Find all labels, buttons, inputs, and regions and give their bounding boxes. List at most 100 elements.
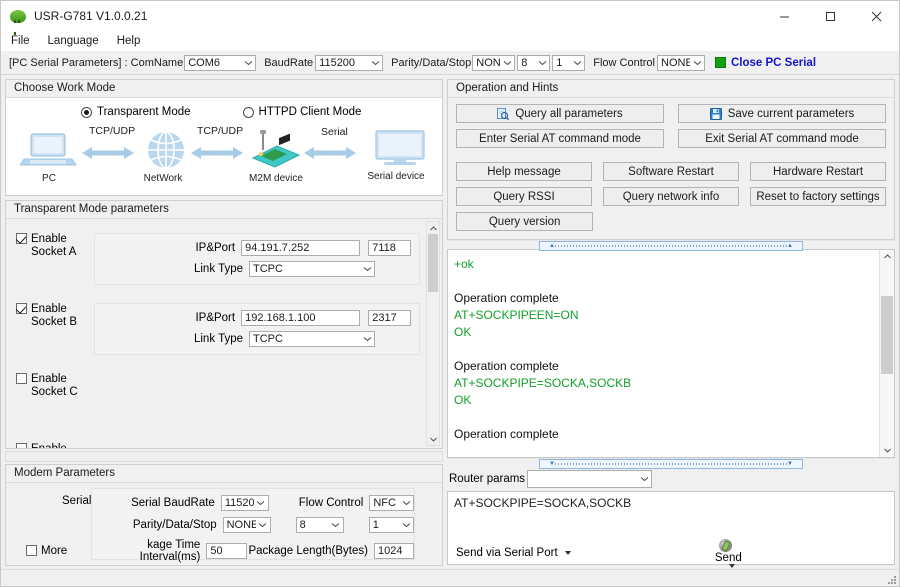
command-input-box[interactable]: AT+SOCKPIPE=SOCKA,SOCKB Send via Serial … (447, 491, 895, 568)
transparent-params-vertical-scrollbar[interactable] (426, 221, 440, 446)
modem-pkglen-input[interactable]: 1024 (373, 543, 414, 559)
socket-a-ip-input[interactable]: 94.191.7.252 (241, 240, 361, 256)
socket-a-enable-checkbox[interactable]: Enable Socket A (16, 233, 96, 259)
scrollbar-thumb[interactable] (881, 296, 893, 374)
scroll-up-icon[interactable] (880, 250, 894, 263)
query-all-parameters-button[interactable]: Query all parameters (456, 104, 664, 123)
modem-data-bits-value: 8 (299, 519, 306, 531)
query-version-button[interactable]: Query version (456, 212, 594, 231)
radio-transparent-mode[interactable]: Transparent Mode (81, 106, 191, 118)
operation-row-1: Query all parameters Save current parame… (456, 104, 886, 123)
menu-item-help[interactable]: Help (117, 35, 141, 47)
menu-item-language[interactable]: Language (48, 35, 99, 47)
send-controls: Send (571, 538, 886, 568)
save-current-parameters-button[interactable]: Save current parameters (678, 104, 886, 123)
socket-a-label: Socket A (31, 246, 77, 258)
serial-device-node: Serial device (361, 130, 431, 182)
scrollbar-thumb[interactable] (428, 234, 438, 292)
exit-at-mode-button[interactable]: Exit Serial AT command mode (678, 129, 886, 148)
flow-control-select[interactable]: NONE (657, 54, 705, 71)
send-via-serial-port-label[interactable]: Send via Serial Port (456, 547, 558, 559)
enter-at-mode-button[interactable]: Enter Serial AT command mode (456, 129, 664, 148)
parity-select[interactable]: NONI (472, 54, 516, 71)
modem-params-body: Serial Serial BaudRate 115200 Flow Contr… (6, 483, 442, 565)
router-params-select[interactable] (527, 470, 653, 488)
chevron-down-icon (637, 476, 651, 482)
log-line: AT+SOCKPIPE=SOCKA,SOCKB (454, 376, 632, 390)
modem-interval-row: kage Time Interval(ms) 50 Package Length… (92, 539, 414, 563)
transparent-params-horizontal-scrollbar[interactable] (5, 451, 443, 462)
scroll-down-icon[interactable] (880, 444, 894, 457)
socket-a-ipport-field: IP&Port 94.191.7.252 7118 (103, 240, 411, 256)
stop-bits-select[interactable]: 1 (552, 54, 586, 71)
socket-b-port-input[interactable]: 2317 (368, 310, 411, 326)
resize-grip-icon[interactable] (886, 574, 896, 584)
more-checkbox[interactable]: More (26, 545, 67, 557)
flow-control-value: NONE (661, 56, 690, 69)
log-bottom-splitter[interactable]: ▼ ▼ (447, 458, 895, 469)
data-bits-select[interactable]: 8 (517, 54, 551, 71)
send-button[interactable]: Send (715, 552, 742, 564)
modem-params-box: Serial BaudRate 115200 Flow Control NFC (91, 488, 415, 563)
socket-b-enable-checkbox[interactable]: Enable Socket B (16, 303, 96, 329)
modem-flow-select[interactable]: NFC (369, 495, 414, 511)
checkbox-indicator (16, 373, 27, 384)
save-current-parameters-label: Save current parameters (727, 107, 855, 120)
socket-b-ip-input[interactable]: 192.168.1.100 (241, 310, 361, 326)
log-top-splitter[interactable]: ▲ ▲ (447, 240, 895, 251)
socket-d-enable-checkbox[interactable]: Enable Socket D (16, 443, 96, 448)
parity-value: NONI (476, 56, 501, 69)
socket-a-linktype-field: Link Type TCPC (103, 261, 411, 277)
chevron-down-icon (360, 336, 374, 342)
modem-parity-select[interactable]: NONE (222, 517, 271, 533)
status-bar (1, 569, 899, 586)
query-network-info-button[interactable]: Query network info (603, 187, 739, 206)
baudrate-select[interactable]: 115200 (315, 54, 384, 71)
modem-baudrate-select[interactable]: 115200 (220, 495, 269, 511)
modem-stop-bits-select[interactable]: 1 (368, 517, 415, 533)
scroll-down-icon[interactable] (427, 433, 439, 445)
log-output-text: +ok Operation complete AT+SOCKPIPEEN=ON OK O… (448, 250, 879, 457)
minimize-icon[interactable] (761, 1, 807, 31)
operation-row-2: Enter Serial AT command mode Exit Serial… (456, 129, 886, 148)
close-icon[interactable] (853, 1, 899, 31)
monitor-icon (374, 130, 425, 165)
query-rssi-button[interactable]: Query RSSI (456, 187, 592, 206)
chevron-down-icon (399, 500, 413, 506)
transparent-mode-parameters-group: Transparent Mode parameters Enable Socke… (5, 200, 443, 449)
checkbox-indicator (16, 233, 27, 244)
radio-httpd-client-mode[interactable]: HTTPD Client Mode (242, 106, 361, 118)
parity-data-stop-label: Parity/Data/Stop (391, 56, 472, 69)
software-restart-button[interactable]: Software Restart (603, 162, 739, 181)
chevron-down-icon[interactable] (728, 563, 735, 568)
log-output-box[interactable]: +ok Operation complete AT+SOCKPIPEEN=ON OK O… (447, 249, 895, 458)
reset-factory-button[interactable]: Reset to factory settings (750, 187, 886, 206)
socket-b-row: Enable Socket B IP&Port 192.168.1.100 23… (16, 303, 420, 355)
scroll-up-icon[interactable] (427, 222, 439, 234)
router-params-row: Router params (447, 467, 895, 491)
modem-data-bits-select[interactable]: 8 (295, 517, 344, 533)
main-content: Choose Work Mode Transparent Mode HTTPD … (1, 75, 899, 569)
splitter-grip[interactable]: ▲ ▲ (539, 241, 803, 251)
modem-interval-input[interactable]: 50 (206, 543, 248, 559)
close-pc-serial-button[interactable]: Close PC Serial (731, 57, 816, 69)
help-message-button[interactable]: Help message (456, 162, 592, 181)
baudrate-value: 115200 (319, 56, 356, 69)
modem-flow-label: Flow Control (298, 497, 364, 509)
splitter-grip[interactable]: ▼ ▼ (539, 459, 803, 469)
socket-c-enable-checkbox[interactable]: Enable Socket C (16, 373, 96, 399)
comname-select[interactable]: COM6 (184, 54, 257, 71)
socket-a-port-input[interactable]: 7118 (368, 240, 411, 256)
log-vertical-scrollbar[interactable] (879, 250, 894, 457)
socket-a-linktype-select[interactable]: TCPC (249, 261, 375, 277)
menu-item-file[interactable]: File (11, 35, 30, 47)
operation-row-4: Query RSSI Query network info Reset to f… (456, 187, 886, 206)
socket-b-linktype-select[interactable]: TCPC (249, 331, 375, 347)
command-input-text[interactable]: AT+SOCKPIPE=SOCKA,SOCKB (448, 492, 894, 514)
modem-baudrate-row: Serial BaudRate 115200 Flow Control NFC (92, 495, 414, 511)
chevron-down-icon (368, 60, 382, 66)
maximize-icon[interactable] (807, 1, 853, 31)
globe-icon (148, 131, 184, 169)
hardware-restart-button[interactable]: Hardware Restart (750, 162, 886, 181)
